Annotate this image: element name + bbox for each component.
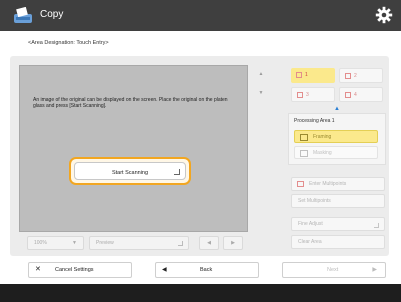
chevron-down-icon: ▼ bbox=[72, 240, 77, 246]
preview-area bbox=[19, 65, 248, 232]
checkbox-icon bbox=[296, 72, 302, 78]
next-button[interactable]: Next ▶ bbox=[282, 262, 386, 278]
arrow-left-icon: ◀ bbox=[207, 240, 211, 246]
button-label: Clear Area bbox=[298, 239, 322, 245]
cancel-settings-button[interactable]: ✕ Cancel Settings bbox=[28, 262, 132, 278]
button-label: Set Multipoints bbox=[298, 198, 331, 204]
preview-message: An image of the original can be displaye… bbox=[33, 97, 228, 109]
app-title: Copy bbox=[40, 9, 64, 20]
arrow-left-icon: ◀ bbox=[162, 267, 167, 273]
arrow-right-icon: ▶ bbox=[231, 240, 235, 246]
close-icon: ✕ bbox=[35, 266, 41, 273]
fine-adjust-button[interactable]: Fine Adjust bbox=[291, 217, 385, 231]
option-label: Masking bbox=[313, 150, 332, 156]
mask-icon bbox=[300, 150, 308, 157]
clear-area-button[interactable]: Clear Area bbox=[291, 235, 385, 249]
zoom-value: 100% bbox=[34, 240, 47, 246]
scroll-up-arrow-icon[interactable]: ▲ bbox=[255, 71, 267, 81]
framing-option[interactable]: Framing bbox=[294, 130, 378, 143]
processing-area-panel: Processing Area 1 Framing Masking bbox=[288, 113, 386, 165]
frame-icon bbox=[300, 134, 308, 141]
checkbox-icon bbox=[345, 73, 351, 79]
scroll-down-arrow-icon[interactable]: ▼ bbox=[255, 90, 267, 100]
masking-option[interactable]: Masking bbox=[294, 146, 378, 159]
area-label: 4 bbox=[354, 92, 357, 98]
start-scanning-button-face[interactable]: Start Scanning bbox=[74, 162, 186, 180]
enter-multipoints-button[interactable]: Enter Multipoints bbox=[291, 177, 385, 191]
multipoint-icon bbox=[297, 181, 304, 187]
copy-app-icon bbox=[14, 7, 32, 23]
area-grid: 1 2 3 4 bbox=[291, 68, 387, 104]
area-button-1[interactable]: 1 bbox=[291, 68, 335, 83]
preview-button[interactable]: Preview bbox=[89, 236, 189, 250]
option-label: Framing bbox=[313, 134, 332, 140]
corner-mark-icon bbox=[174, 169, 180, 175]
area-label: 3 bbox=[306, 92, 309, 98]
triangle-up-icon: ▲ bbox=[334, 106, 340, 112]
checkbox-icon bbox=[345, 92, 351, 98]
corner-mark-icon bbox=[178, 241, 183, 246]
set-multipoints-button[interactable]: Set Multipoints bbox=[291, 194, 385, 208]
zoom-select[interactable]: 100% ▼ bbox=[27, 236, 84, 250]
processing-area-title: Processing Area 1 bbox=[294, 118, 335, 124]
page-next-button[interactable]: ▶ bbox=[223, 236, 243, 250]
button-label: Next bbox=[327, 267, 339, 273]
preview-label: Preview bbox=[96, 240, 114, 246]
back-button[interactable]: ◀ Back bbox=[155, 262, 259, 278]
button-label: Fine Adjust bbox=[298, 221, 323, 227]
button-label: Back bbox=[200, 267, 213, 273]
area-button-3[interactable]: 3 bbox=[291, 87, 335, 102]
button-label: Enter Multipoints bbox=[309, 181, 347, 187]
area-label: 1 bbox=[305, 72, 308, 78]
start-scanning-label: Start Scanning bbox=[111, 170, 149, 176]
title-bar: Copy bbox=[0, 0, 401, 31]
start-scanning-button[interactable]: Start Scanning bbox=[69, 157, 191, 185]
area-button-4[interactable]: 4 bbox=[339, 87, 383, 102]
checkbox-icon bbox=[297, 92, 303, 98]
bottom-bar: ✕ Cancel Settings ◀ Back Next ▶ bbox=[0, 258, 401, 284]
arrow-right-icon: ▶ bbox=[372, 267, 377, 273]
area-button-2[interactable]: 2 bbox=[339, 68, 383, 83]
screen-subtitle: <Area Designation: Touch Entry> bbox=[28, 40, 109, 46]
status-bar bbox=[0, 284, 401, 302]
corner-mark-icon bbox=[374, 223, 379, 228]
area-label: 2 bbox=[354, 73, 357, 79]
page-prev-button[interactable]: ◀ bbox=[199, 236, 219, 250]
button-label: Cancel Settings bbox=[55, 267, 94, 273]
gear-icon[interactable] bbox=[375, 6, 393, 24]
